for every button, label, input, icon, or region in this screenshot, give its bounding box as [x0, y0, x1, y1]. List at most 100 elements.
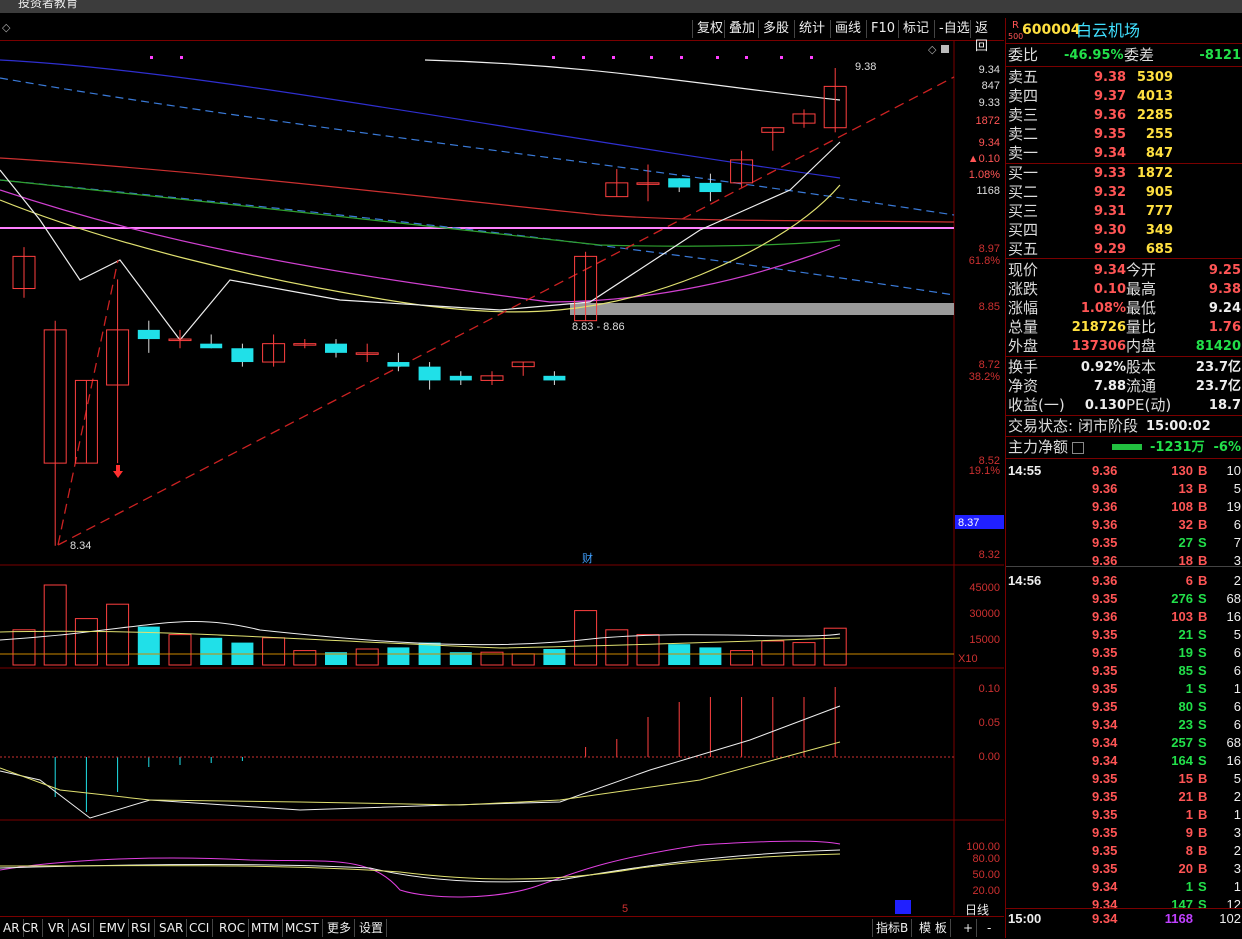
toolbar-button-1[interactable]: 叠加: [724, 20, 759, 38]
tick-row[interactable]: 9.34 257 S 68: [1006, 734, 1242, 752]
tick-row[interactable]: 9.35 8 B 2: [1006, 842, 1242, 860]
indicator-tab-1[interactable]: CR: [19, 919, 43, 937]
tick-row[interactable]: 9.36 103 B 16: [1006, 608, 1242, 626]
tick-price: 9.35: [1092, 807, 1118, 822]
indicator-tabbar: AR CR VR ASI EMV RSI SAR CCI ROC MTM MCST 更多 设置 指标B 模 …: [0, 903, 1004, 939]
bid-price: 9.29: [1094, 242, 1127, 257]
tick-row[interactable]: 9.36 13 B 5: [1006, 480, 1242, 498]
toolbar-button-4[interactable]: 画线: [830, 20, 865, 38]
tick-row[interactable]: 9.35 1 B 1: [1006, 806, 1242, 824]
indicator-tab-11[interactable]: 更多: [324, 919, 356, 937]
toolbar-button-2[interactable]: 多股: [758, 20, 793, 38]
tick-row[interactable]: 14:56 9.36 6 B 2: [1006, 572, 1242, 590]
toolbar-button-7[interactable]: -自选: [934, 20, 974, 38]
indicator-tab-8[interactable]: ROC: [216, 919, 250, 937]
bid-row[interactable]: 买一 9.33 1872: [1006, 164, 1242, 183]
tick-row[interactable]: 9.35 27 S 7: [1006, 534, 1242, 552]
toolbar-button-6[interactable]: 标记: [898, 20, 933, 38]
tick-volume: 18: [1178, 553, 1193, 568]
candle-body: [137, 329, 160, 340]
toolbar-button-5[interactable]: F10: [866, 20, 899, 38]
period-label[interactable]: 日线: [962, 901, 992, 919]
indicator-tab-2[interactable]: VR: [45, 919, 69, 937]
ma-blue-dashed-2: [0, 179, 955, 296]
tick-price: 9.35: [1092, 645, 1118, 660]
indicator-tab-12[interactable]: 设置: [356, 919, 388, 937]
ask-row[interactable]: 卖三 9.36 2285: [1006, 106, 1242, 125]
zone-label: 8.83 - 8.86: [572, 321, 625, 333]
tick-price: 9.36: [1092, 463, 1118, 478]
tick-row[interactable]: 9.35 276 S 68: [1006, 590, 1242, 608]
bid-row[interactable]: 买二 9.32 905: [1006, 183, 1242, 202]
tick-row[interactable]: 9.35 21 S 5: [1006, 626, 1242, 644]
volume-bar: [387, 647, 410, 665]
candle-body: [699, 182, 722, 193]
toolbar-button-0[interactable]: 复权: [692, 20, 727, 38]
ask-row[interactable]: 卖一 9.34 847: [1006, 144, 1242, 163]
indicator-tab-7[interactable]: CCI: [186, 919, 214, 937]
toolbar-button-8[interactable]: 返回: [970, 20, 1004, 54]
tick-price: 9.35: [1092, 843, 1118, 858]
indicator-tab-3[interactable]: ASI: [68, 919, 95, 937]
tick-row[interactable]: 9.35 19 S 6: [1006, 644, 1242, 662]
tick-count: 16: [1226, 753, 1241, 768]
ask-row[interactable]: 卖五 9.38 5309: [1006, 68, 1242, 87]
bid-row[interactable]: 买四 9.30 349: [1006, 221, 1242, 240]
list-icon[interactable]: [1072, 442, 1084, 454]
indicator-tab-5[interactable]: RSI: [128, 919, 155, 937]
indicator-b-button[interactable]: 指标B: [872, 919, 913, 937]
tick-time: 14:56: [1008, 573, 1042, 588]
stock-header: R 500 600004 白云机场: [1006, 20, 1242, 41]
tick-row[interactable]: 9.35 1 S 1: [1006, 680, 1242, 698]
tick-volume: 103: [1171, 609, 1193, 624]
ask-row[interactable]: 卖二 9.35 255: [1006, 125, 1242, 144]
tick-side: S: [1198, 879, 1207, 894]
tick-volume: 9: [1185, 825, 1193, 840]
tick-count: 6: [1233, 717, 1241, 732]
tick-row[interactable]: 14:55 9.36 130 B 10: [1006, 462, 1242, 480]
kline-chart-area[interactable]: 8.83 - 8.86 9.38 8.34 财 ◇ 9.34 847 9.33 1872 9.34…: [0, 40, 1004, 915]
tick-price: 9.35: [1092, 861, 1118, 876]
indicator-tab-10[interactable]: MCST: [282, 919, 323, 937]
tick-row[interactable]: 9.35 9 B 3: [1006, 824, 1242, 842]
tick-row[interactable]: 9.35 80 S 6: [1006, 698, 1242, 716]
zoom-in-button[interactable]: +: [960, 919, 978, 937]
kline-chart[interactable]: 8.83 - 8.86 9.38 8.34 财 ◇ 9.34 847 9.33 1872 9.34…: [0, 40, 1004, 915]
tick-price: 9.35: [1092, 771, 1118, 786]
volume-bar: [823, 627, 847, 666]
tick-count: 3: [1233, 825, 1241, 840]
tick-side: S: [1198, 735, 1207, 750]
toolbar-button-3[interactable]: 统计: [794, 20, 829, 38]
tick-row[interactable]: 9.35 20 B 3: [1006, 860, 1242, 878]
bid-row[interactable]: 买三 9.31 777: [1006, 202, 1242, 221]
tick-row[interactable]: 9.36 32 B 6: [1006, 516, 1242, 534]
template-button[interactable]: 模 板: [916, 919, 951, 937]
tick-time: 15:00: [1008, 911, 1042, 926]
tick-row[interactable]: 9.35 21 B 2: [1006, 788, 1242, 806]
tick-volume: 276: [1171, 591, 1193, 606]
tick-row[interactable]: 9.34 23 S 6: [1006, 716, 1242, 734]
tick-row[interactable]: 9.34 164 S 16: [1006, 752, 1242, 770]
indicator-tab-4[interactable]: EMV: [96, 919, 130, 937]
ask-row[interactable]: 卖四 9.37 4013: [1006, 87, 1242, 106]
indicator-tab-6[interactable]: SAR: [156, 919, 188, 937]
diamond-icon[interactable]: ◇: [2, 21, 10, 34]
tick-row[interactable]: 15:00 9.34 1168 102: [1006, 910, 1242, 928]
tick-row[interactable]: 9.36 108 B 19: [1006, 498, 1242, 516]
zoom-out-button[interactable]: -: [984, 919, 994, 937]
tick-row[interactable]: 9.35 85 S 6: [1006, 662, 1242, 680]
tick-row[interactable]: 9.35 15 B 5: [1006, 770, 1242, 788]
bid-row[interactable]: 买五 9.29 685: [1006, 240, 1242, 259]
ask-volume: 847: [1145, 146, 1173, 161]
tick-count: 102: [1219, 911, 1241, 926]
ask-label: 卖一: [1008, 144, 1039, 162]
bid-label: 买二: [1008, 183, 1039, 201]
tick-side: B: [1198, 843, 1208, 858]
main-flow-row: 主力净额 -1231万 -6%: [1006, 438, 1242, 457]
stat-label-2: 最高: [1126, 280, 1157, 298]
indicator-tab-9[interactable]: MTM: [248, 919, 284, 937]
tick-row[interactable]: 9.36 18 B 3: [1006, 552, 1242, 570]
bid-label: 买一: [1008, 164, 1039, 182]
tick-row[interactable]: 9.34 1 S 1: [1006, 878, 1242, 896]
stat-label-2: 今开: [1126, 261, 1157, 279]
